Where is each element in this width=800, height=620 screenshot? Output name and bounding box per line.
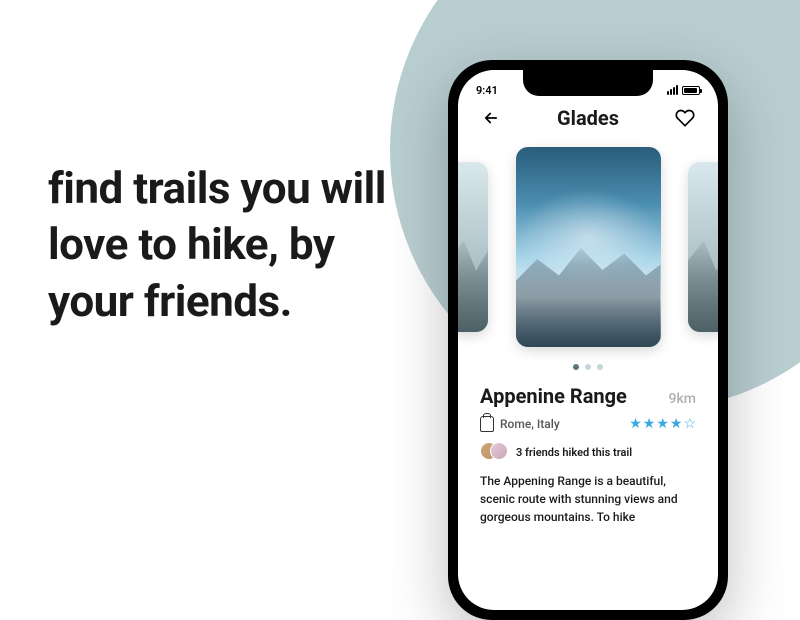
star-icon: ★ (656, 416, 669, 432)
trail-location: Rome, Italy (500, 417, 560, 431)
image-carousel[interactable] (458, 142, 718, 352)
friends-text: 3 friends hiked this trail (516, 446, 632, 459)
carousel-card-prev[interactable] (458, 162, 488, 332)
battery-icon (682, 86, 700, 95)
app-header: Glades (458, 102, 718, 142)
status-time: 9:41 (476, 84, 498, 97)
carousel-dot[interactable] (597, 364, 603, 370)
star-icon: ★ (670, 416, 683, 432)
trail-distance: 9km (669, 391, 696, 407)
carousel-card-active[interactable] (516, 147, 661, 347)
friends-row[interactable]: 3 friends hiked this trail (480, 442, 696, 462)
carousel-dot[interactable] (573, 364, 579, 370)
trail-details: Appenine Range 9km Rome, Italy ★ ★ ★ ★ ☆ (458, 378, 718, 526)
backpack-icon (480, 416, 494, 432)
status-indicators (667, 85, 700, 95)
carousel-card-next[interactable] (688, 162, 718, 332)
star-icon: ☆ (683, 416, 696, 432)
marketing-headline: find trails you will love to hike, by yo… (48, 160, 398, 329)
phone-screen: 9:41 Glades App (458, 70, 718, 610)
header-title: Glades (557, 106, 619, 130)
star-icon: ★ (643, 416, 656, 432)
signal-icon (667, 85, 678, 95)
back-button[interactable] (480, 107, 502, 129)
rating-stars: ★ ★ ★ ★ ☆ (629, 416, 696, 432)
trail-name: Appenine Range (480, 384, 627, 408)
avatar (490, 442, 508, 460)
phone-notch (523, 70, 653, 96)
carousel-dot[interactable] (585, 364, 591, 370)
trail-description: The Appening Range is a beautiful, sceni… (480, 472, 696, 526)
friend-avatars (480, 442, 508, 462)
phone-mockup: 9:41 Glades App (448, 60, 728, 620)
carousel-dots (458, 352, 718, 378)
favorite-button[interactable] (674, 107, 696, 129)
star-icon: ★ (629, 416, 642, 432)
